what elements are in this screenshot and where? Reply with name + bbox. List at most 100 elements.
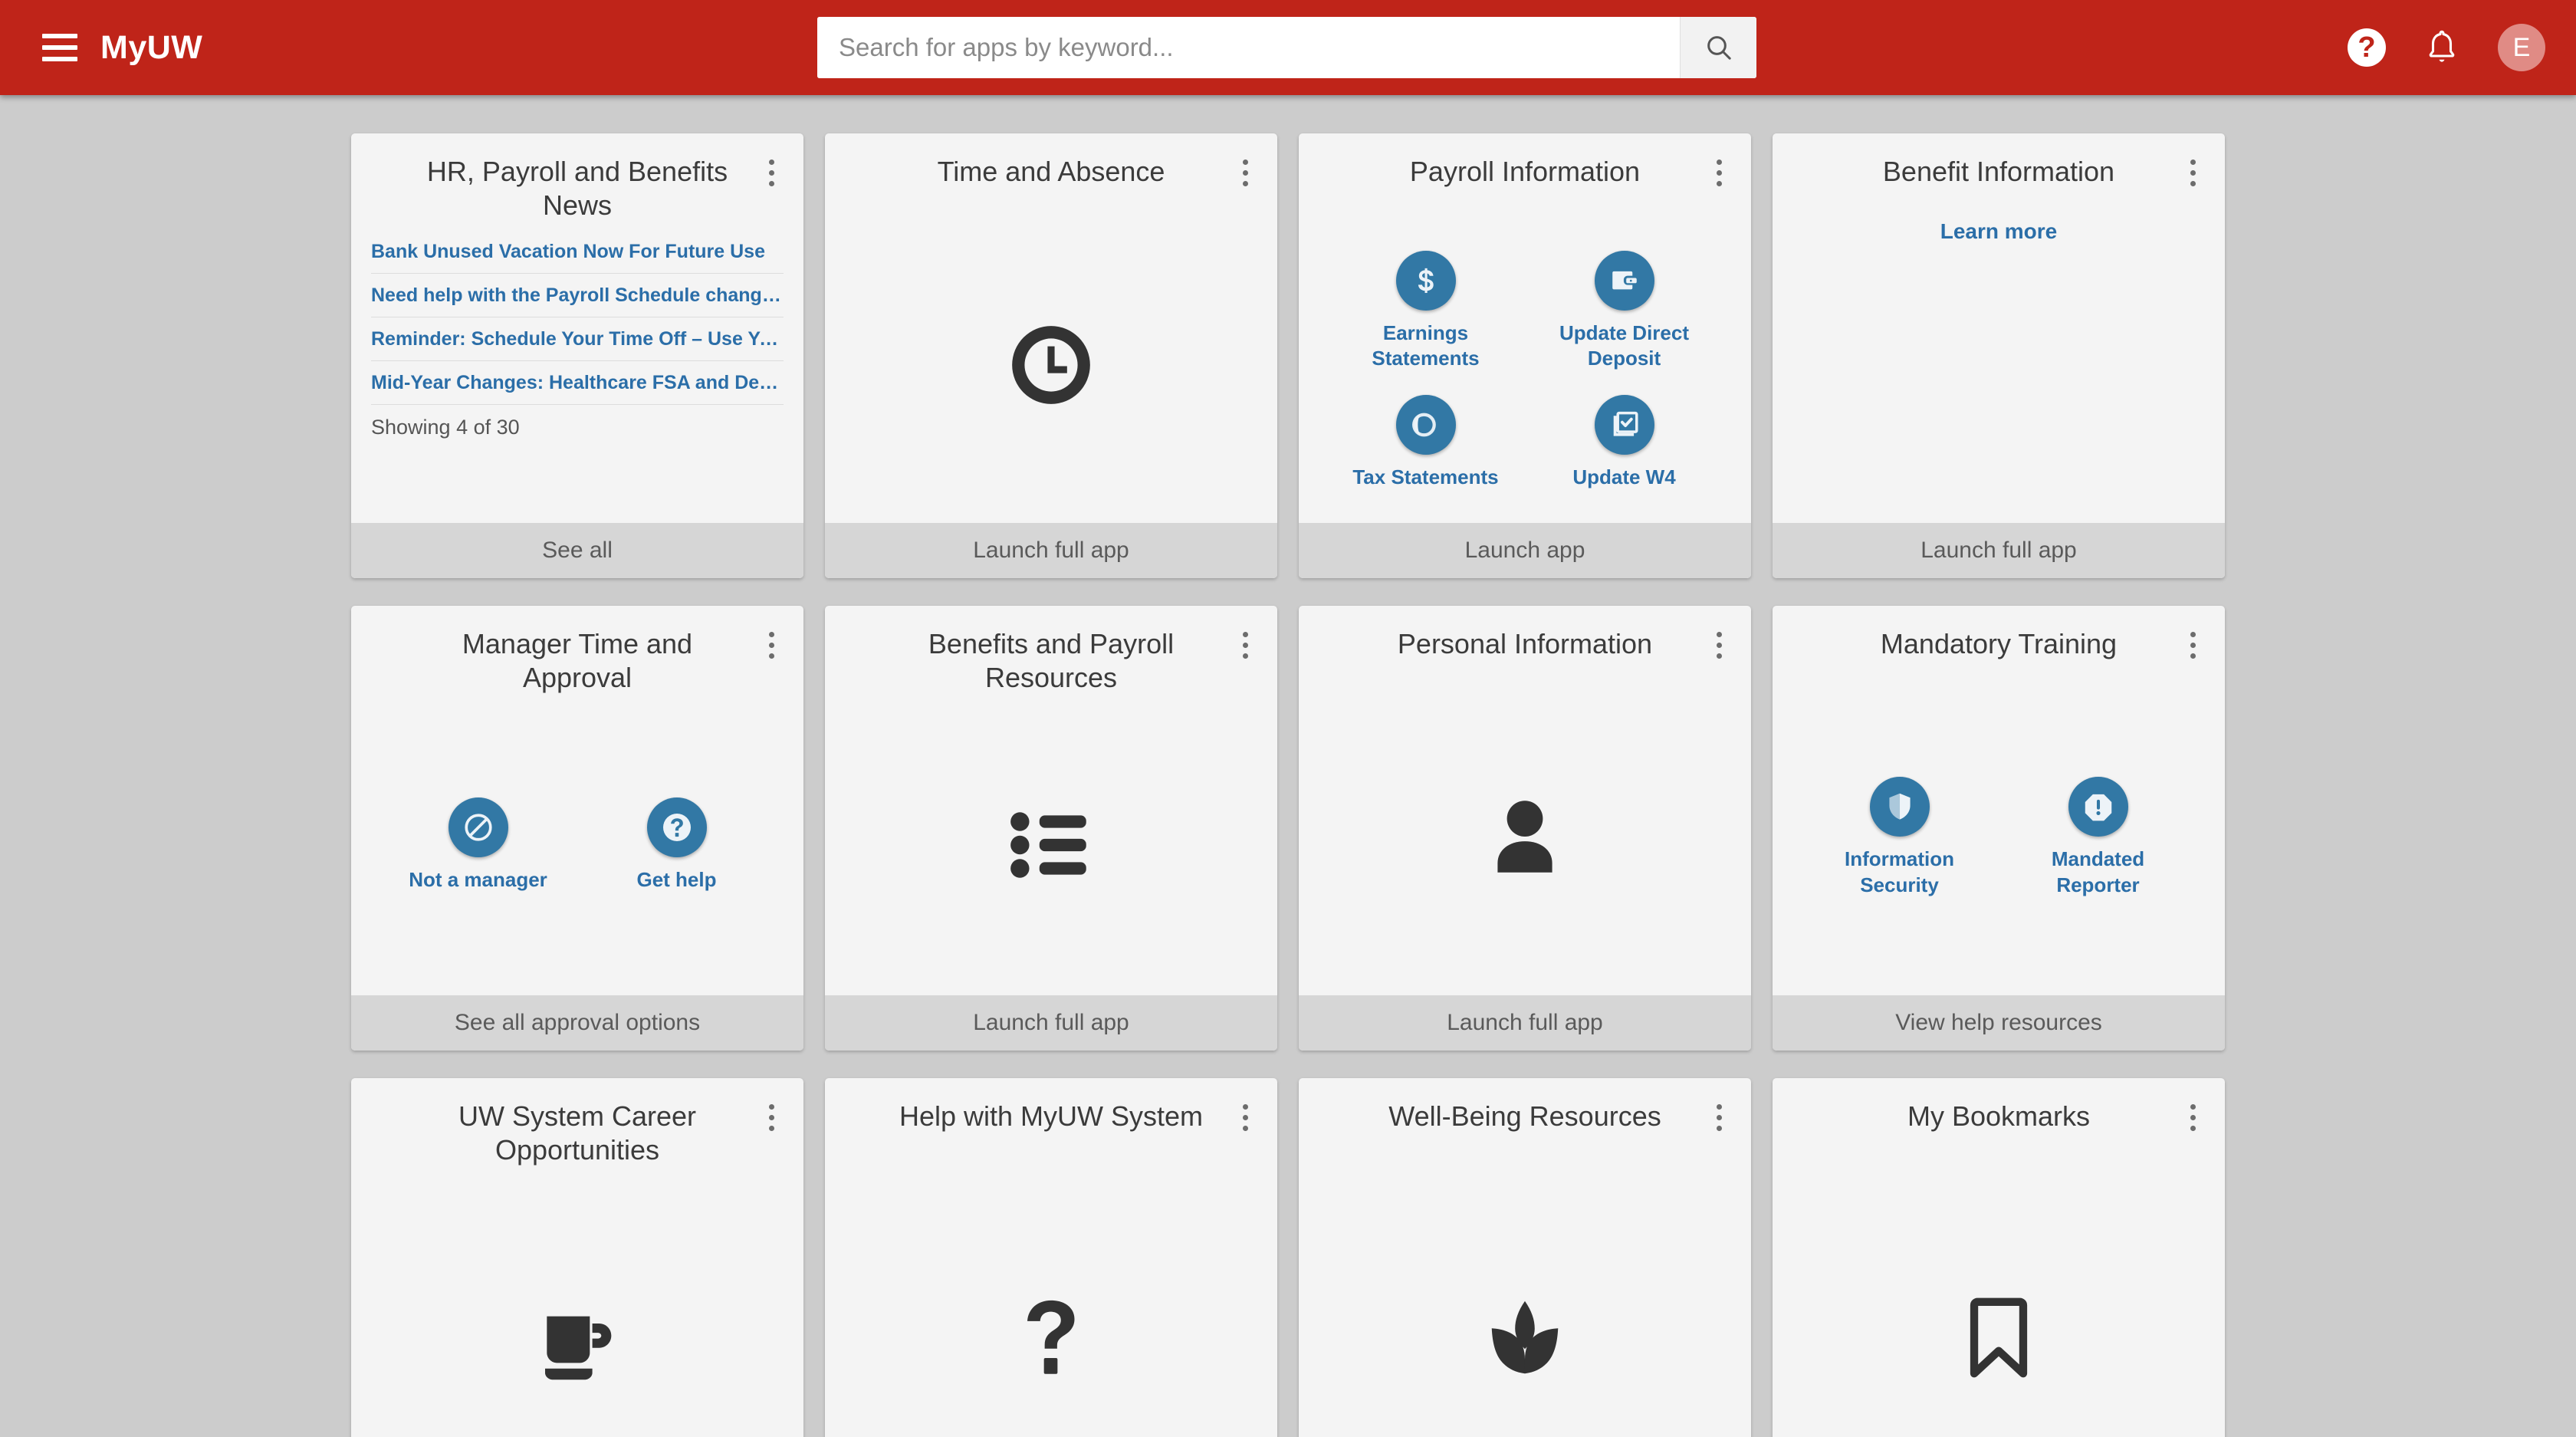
app-tile[interactable]: Mandated Reporter [2022,777,2175,898]
card-body: Learn more [1773,207,2225,523]
tile-label: Update W4 [1572,465,1676,488]
card-title: HR, Payroll and Benefits News [426,156,728,221]
app-card: Well-Being Resources [1299,1078,1751,1437]
card-title: Benefit Information [1882,156,2115,187]
card-body [1773,1152,2225,1437]
card-title: Well-Being Resources [1388,1100,1661,1132]
app-card: HR, Payroll and Benefits News Bank Unused… [351,133,803,578]
app-tile[interactable]: Get help [600,797,754,893]
app-card: Personal Information Launch full app [1299,606,1751,1051]
app-card: UW System Career Opportunities [351,1078,803,1437]
card-body [825,207,1277,523]
no-entry-icon [448,797,508,857]
card-footer-action[interactable]: Launch full app [825,523,1277,578]
news-list-item[interactable]: Bank Unused Vacation Now For Future Use [371,230,784,274]
learn-more-link[interactable]: Learn more [1773,207,2225,244]
card-header: My Bookmarks [1773,1078,2225,1152]
news-list-item[interactable]: Mid-Year Changes: Healthcare FSA and Dep… [371,361,784,405]
app-card: Payroll Information Earnings Statements Up… [1299,133,1751,578]
kebab-menu-icon[interactable] [1705,627,1733,663]
app-card: Help with MyUW System [825,1078,1277,1437]
card-body: Bank Unused Vacation Now For Future Use N… [351,222,803,523]
kebab-menu-icon[interactable] [1231,627,1259,663]
card-body: Earnings Statements Update Direct Deposit… [1299,207,1751,523]
news-count-label: Showing 4 of 30 [371,415,520,439]
app-card: Mandatory Training Information Security Ma… [1773,606,2225,1051]
app-card: My Bookmarks [1773,1078,2225,1437]
app-card: Benefit Information Learn more Launch full… [1773,133,2225,578]
dashboard-card-grid: HR, Payroll and Benefits News Bank Unused… [0,95,2576,1437]
card-footer-action[interactable]: Launch app [1299,523,1751,578]
card-header: Help with MyUW System [825,1078,1277,1152]
sprout-leaf-icon [1480,1292,1570,1383]
card-footer-action[interactable]: See all approval options [351,995,803,1051]
kebab-menu-icon[interactable] [1705,155,1733,190]
card-header: Time and Absence [825,133,1277,207]
app-tile[interactable]: Update W4 [1548,394,1701,490]
coffee-mug-icon [534,1302,620,1388]
kebab-menu-icon[interactable] [2179,1100,2206,1135]
card-body [825,1152,1277,1437]
news-list-item[interactable]: Need help with the Payroll Schedule chan… [371,274,784,317]
kebab-menu-icon[interactable] [2179,155,2206,190]
app-card: Benefits and Payroll Resources Launch ful… [825,606,1277,1051]
card-header: Personal Information [1299,606,1751,679]
tile-label: Earnings Statements [1372,321,1480,370]
notifications-button[interactable] [2424,28,2459,67]
kebab-menu-icon[interactable] [757,1100,785,1135]
card-header: HR, Payroll and Benefits News [351,133,803,222]
card-title: Help with MyUW System [899,1100,1204,1132]
card-body: Information Security Mandated Reporter [1773,679,2225,995]
kebab-menu-icon[interactable] [1705,1100,1733,1135]
card-body [825,695,1277,995]
app-tile[interactable]: Information Security [1823,777,1976,898]
card-body [1299,679,1751,995]
shield-icon [1869,777,1930,837]
search-icon [1707,36,1731,60]
kebab-menu-icon[interactable] [757,627,785,663]
card-title: UW System Career Opportunities [458,1100,697,1166]
kebab-menu-icon[interactable] [757,155,785,190]
kebab-menu-icon[interactable] [2179,627,2206,663]
help-button[interactable]: ? [2348,28,2386,67]
user-avatar[interactable]: E [2498,24,2545,71]
card-header: Payroll Information [1299,133,1751,207]
card-header: Manager Time and Approval [351,606,803,695]
app-header: MyUW ? E [0,0,2576,95]
alert-octagon-icon [2068,777,2128,837]
checked-document-icon [1594,394,1654,455]
card-title: Payroll Information [1409,156,1641,187]
tile-grid: Earnings Statements Update Direct Deposit… [1299,207,1751,523]
card-title: Time and Absence [937,156,1165,187]
kebab-menu-icon[interactable] [1231,155,1259,190]
question-mark-large-icon [1006,1292,1096,1383]
card-footer-action[interactable]: View help resources [1773,995,2225,1051]
app-tile[interactable]: Not a manager [402,797,555,893]
card-title: Personal Information [1397,628,1653,659]
question-mark-help-icon: ? [2348,28,2386,67]
tax-document-icon [1395,394,1456,455]
search-submit-button[interactable] [1680,17,1756,78]
card-footer-action[interactable]: Launch full app [825,995,1277,1051]
card-title: My Bookmarks [1907,1100,2091,1132]
news-list-item[interactable]: Reminder: Schedule Your Time Off – Use Y… [371,317,784,361]
header-right-group: ? E [2348,0,2545,95]
tile-label: Mandated Reporter [2051,847,2145,896]
card-footer-action[interactable]: See all [351,523,803,578]
app-tile[interactable]: Earnings Statements [1349,251,1503,372]
kebab-menu-icon[interactable] [1231,1100,1259,1135]
search-bar[interactable] [817,17,1756,78]
hamburger-menu-icon[interactable] [42,34,77,61]
tile-grid: Not a manager Get help [351,695,803,995]
card-header: Benefits and Payroll Resources [825,606,1277,695]
app-tile[interactable]: Update Direct Deposit [1548,251,1701,372]
tile-label: Update Direct Deposit [1559,321,1690,370]
card-footer-action[interactable]: Launch full app [1773,523,2225,578]
search-input[interactable] [817,17,1680,78]
app-tile[interactable]: Tax Statements [1349,394,1503,490]
wallet-icon [1594,251,1654,311]
person-icon [1478,791,1572,884]
card-footer-action[interactable]: Launch full app [1299,995,1751,1051]
bookmark-icon [1953,1292,2044,1383]
app-brand-title: MyUW [100,28,203,66]
